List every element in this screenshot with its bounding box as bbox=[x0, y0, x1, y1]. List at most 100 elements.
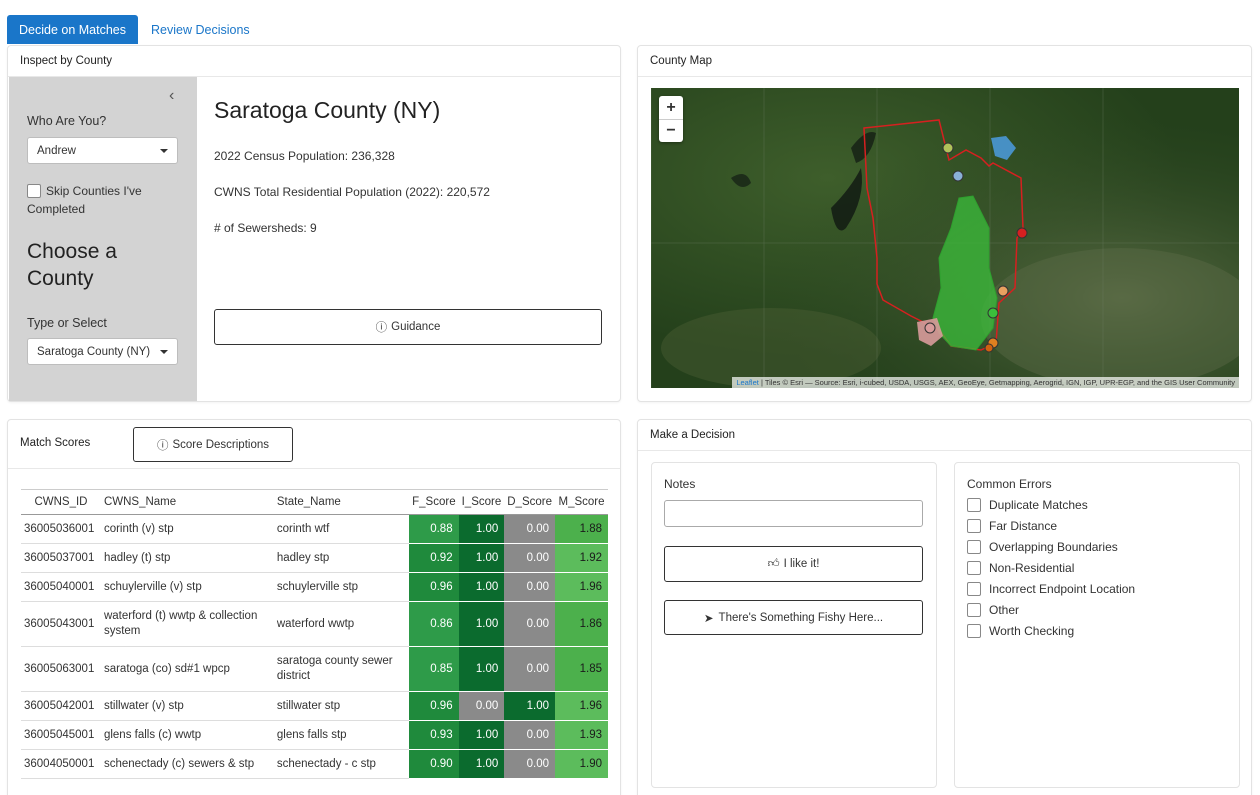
checkbox[interactable] bbox=[967, 519, 981, 533]
tab-review-decisions[interactable]: Review Decisions bbox=[139, 15, 262, 44]
col-f-score[interactable]: F_Score bbox=[409, 489, 459, 515]
table-row[interactable]: 36005040001 schuylerville (v) stp schuyler… bbox=[21, 572, 608, 602]
d-score-cell: 0.00 bbox=[504, 601, 555, 647]
state-name-cell: corinth wtf bbox=[273, 514, 410, 544]
like-it-button[interactable]: 👍︎ I like it! bbox=[664, 546, 923, 582]
county-select[interactable]: Saratoga County (NY) bbox=[27, 338, 178, 365]
tab-decide-on-matches[interactable]: Decide on Matches bbox=[7, 15, 139, 44]
map-imagery bbox=[651, 88, 1239, 388]
col-cwns-name[interactable]: CWNS_Name bbox=[100, 489, 274, 515]
who-are-you-select[interactable]: Andrew bbox=[27, 137, 178, 164]
choose-county-heading: Choose a County bbox=[27, 240, 117, 290]
i-score-cell: 1.00 bbox=[458, 543, 505, 573]
cwns-population: CWNS Total Residential Population (2022)… bbox=[214, 185, 490, 199]
d-score-cell: 0.00 bbox=[504, 543, 555, 573]
like-it-label: I like it! bbox=[783, 558, 820, 570]
i-score-cell: 1.00 bbox=[458, 646, 505, 692]
collapse-sidebar-icon[interactable]: ‹ bbox=[169, 87, 174, 105]
error-incorrect-endpoint[interactable]: Incorrect Endpoint Location bbox=[967, 582, 1135, 596]
skip-completed-checkbox[interactable] bbox=[27, 184, 41, 198]
sewershed-count: # of Sewersheds: 9 bbox=[214, 221, 317, 235]
something-fishy-button[interactable]: ➤ There's Something Fishy Here... bbox=[664, 600, 923, 635]
cwns-id-cell: 36005063001 bbox=[21, 646, 101, 692]
cwns-id-cell: 36005036001 bbox=[21, 514, 101, 544]
error-label: Incorrect Endpoint Location bbox=[989, 582, 1136, 596]
checkbox[interactable] bbox=[967, 603, 981, 617]
f-score-cell: 0.85 bbox=[409, 646, 459, 692]
f-score-cell: 0.90 bbox=[409, 749, 459, 779]
d-score-cell: 0.00 bbox=[504, 572, 555, 602]
checkbox[interactable] bbox=[967, 624, 981, 638]
make-decision-card: Make a Decision Notes 👍︎ I like it! ➤ Th… bbox=[637, 419, 1252, 795]
cwns-name-cell: schuylerville (v) stp bbox=[100, 572, 274, 602]
cwns-id-cell: 36005040001 bbox=[21, 572, 101, 602]
attribution-text: | Tiles © Esri — Source: Esri, i-cubed, … bbox=[758, 378, 1235, 387]
skip-completed-label: Skip Counties I've Completed bbox=[27, 184, 142, 216]
leaflet-link[interactable]: Leaflet bbox=[736, 378, 759, 387]
inspect-by-county-card: Inspect by County ‹ Who Are You? Andrew … bbox=[7, 45, 621, 402]
checkbox[interactable] bbox=[967, 540, 981, 554]
score-descriptions-button[interactable]: ⓘ Score Descriptions bbox=[133, 427, 293, 462]
f-score-cell: 0.96 bbox=[409, 572, 459, 602]
cwns-name-cell: stillwater (v) stp bbox=[100, 691, 274, 721]
table-row[interactable]: 36005063001 saratoga (co) sd#1 wpcp sarato… bbox=[21, 646, 608, 692]
col-m-score[interactable]: M_Score bbox=[555, 489, 608, 515]
state-name-cell: schuylerville stp bbox=[273, 572, 410, 602]
notes-input[interactable] bbox=[664, 500, 923, 527]
table-row[interactable]: 36005042001 stillwater (v) stp stillwater … bbox=[21, 691, 608, 721]
question-circle-icon: ⓘ bbox=[375, 322, 388, 334]
match-scores-table: CWNS_ID CWNS_Name State_Name F_Score I_S… bbox=[21, 489, 608, 779]
cwns-name-cell: hadley (t) stp bbox=[100, 543, 274, 573]
zoom-in-button[interactable]: + bbox=[659, 96, 683, 119]
error-label: Duplicate Matches bbox=[989, 498, 1088, 512]
county-map-card: County Map + − Leaflet | Tiles © Esri — … bbox=[637, 45, 1252, 402]
cwns-id-cell: 36005037001 bbox=[21, 543, 101, 573]
error-non-residential[interactable]: Non-Residential bbox=[967, 561, 1074, 575]
thumbs-up-icon: 👍︎ bbox=[767, 558, 780, 570]
col-cwns-id[interactable]: CWNS_ID bbox=[21, 489, 101, 515]
notes-label: Notes bbox=[664, 477, 696, 491]
table-row[interactable]: 36005045001 glens falls (c) wwtp glens fal… bbox=[21, 720, 608, 750]
col-state-name[interactable]: State_Name bbox=[273, 489, 410, 515]
guidance-button[interactable]: ⓘ Guidance bbox=[214, 309, 602, 345]
checkbox[interactable] bbox=[967, 582, 981, 596]
error-duplicate-matches[interactable]: Duplicate Matches bbox=[967, 498, 1088, 512]
f-score-cell: 0.88 bbox=[409, 514, 459, 544]
i-score-cell: 0.00 bbox=[458, 691, 505, 721]
chevron-down-icon bbox=[160, 349, 168, 354]
map-zoom-control: + − bbox=[659, 96, 683, 142]
county-select-value: Saratoga County (NY) bbox=[37, 345, 151, 358]
error-far-distance[interactable]: Far Distance bbox=[967, 519, 1057, 533]
skip-completed-checkbox-row[interactable]: Skip Counties I've Completed bbox=[27, 182, 187, 218]
col-d-score[interactable]: D_Score bbox=[504, 489, 555, 515]
col-i-score[interactable]: I_Score bbox=[458, 489, 505, 515]
table-row[interactable]: 36004050001 schenectady (c) sewers & stp s… bbox=[21, 749, 608, 779]
f-score-cell: 0.92 bbox=[409, 543, 459, 573]
checkbox[interactable] bbox=[967, 561, 981, 575]
state-name-cell: waterford wwtp bbox=[273, 601, 410, 647]
cwns-name-cell: saratoga (co) sd#1 wpcp bbox=[100, 646, 274, 692]
chevron-down-icon bbox=[160, 148, 168, 153]
common-errors-panel: Common Errors Duplicate Matches Far Dist… bbox=[954, 462, 1240, 788]
notes-panel: Notes 👍︎ I like it! ➤ There's Something … bbox=[651, 462, 937, 788]
match-scores-title: Match Scores bbox=[20, 437, 91, 449]
error-overlapping-boundaries[interactable]: Overlapping Boundaries bbox=[967, 540, 1118, 554]
error-other[interactable]: Other bbox=[967, 603, 1019, 617]
table-row[interactable]: 36005037001 hadley (t) stp hadley stp 0.92 1… bbox=[21, 543, 608, 573]
cwns-name-cell: corinth (v) stp bbox=[100, 514, 274, 544]
f-score-cell: 0.86 bbox=[409, 601, 459, 647]
m-score-cell: 1.88 bbox=[555, 514, 608, 544]
state-name-cell: hadley stp bbox=[273, 543, 410, 573]
error-worth-checking[interactable]: Worth Checking bbox=[967, 624, 1074, 638]
table-row[interactable]: 36005043001 waterford (t) wwtp & collecti… bbox=[21, 601, 608, 647]
checkbox[interactable] bbox=[967, 498, 981, 512]
table-header-row: CWNS_ID CWNS_Name State_Name F_Score I_S… bbox=[21, 489, 608, 515]
county-title: Saratoga County (NY) bbox=[214, 97, 441, 123]
map-card-title: County Map bbox=[638, 46, 1251, 77]
county-map[interactable]: + − Leaflet | Tiles © Esri — Source: Esr… bbox=[651, 88, 1239, 388]
table-row[interactable]: 36005036001 corinth (v) stp corinth wtf 0.8… bbox=[21, 514, 608, 544]
m-score-cell: 1.96 bbox=[555, 691, 608, 721]
error-label: Overlapping Boundaries bbox=[989, 540, 1118, 554]
state-name-cell: glens falls stp bbox=[273, 720, 410, 750]
zoom-out-button[interactable]: − bbox=[659, 119, 683, 142]
